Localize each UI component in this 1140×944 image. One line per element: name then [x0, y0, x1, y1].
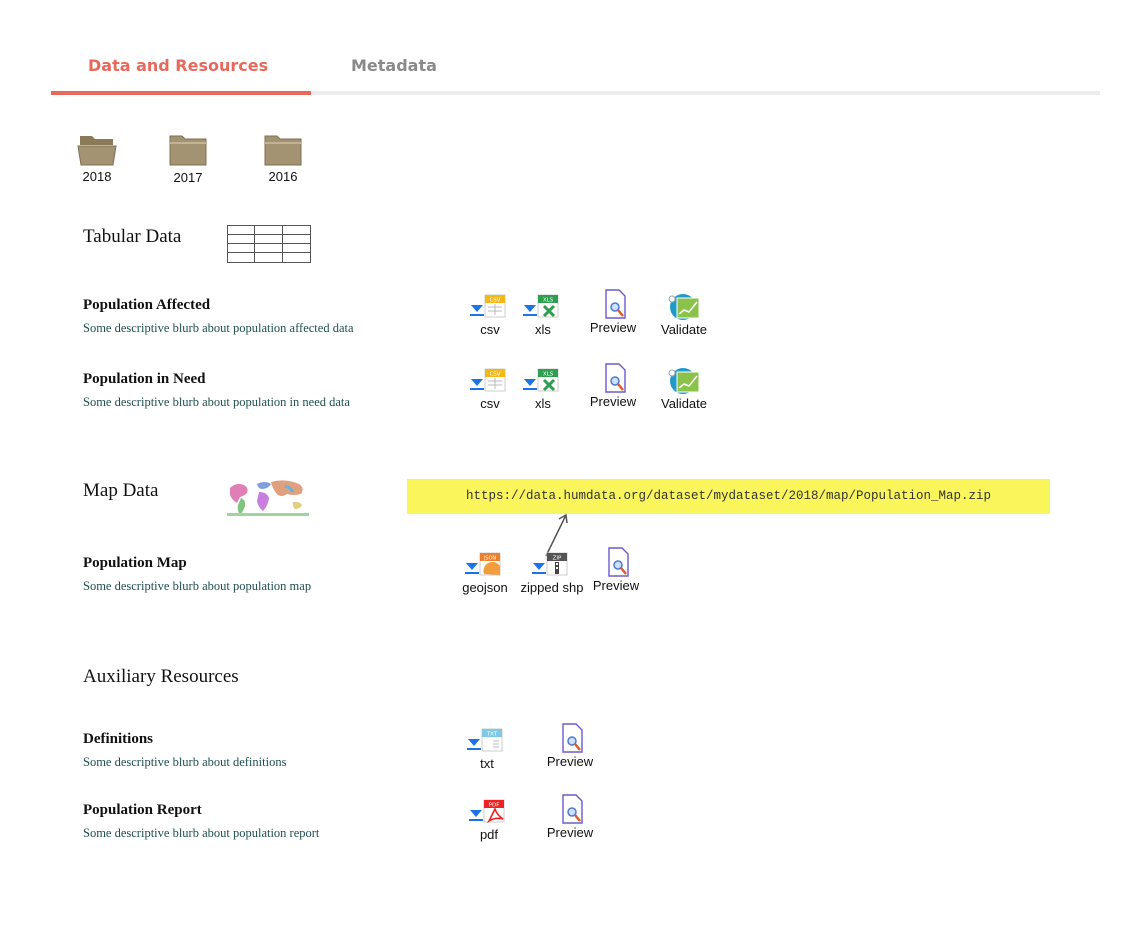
- preview-button[interactable]: Preview: [584, 547, 648, 593]
- preview-button[interactable]: Preview: [581, 289, 645, 335]
- preview-button[interactable]: Preview: [538, 794, 602, 840]
- preview-icon: [608, 547, 629, 577]
- action-label: Preview: [546, 825, 594, 840]
- preview-icon: [562, 723, 583, 753]
- file-badge: XLS: [543, 372, 554, 378]
- download-geojson[interactable]: JSON geojson: [453, 550, 517, 595]
- tab-metadata[interactable]: Metadata: [351, 56, 437, 75]
- action-label: pdf: [479, 827, 499, 842]
- table-icon: [227, 225, 311, 263]
- zip-file-icon: ZIP: [546, 552, 568, 576]
- folder-2018[interactable]: 2018: [67, 133, 127, 184]
- geojson-file-icon: JSON: [479, 552, 501, 576]
- preview-icon: [562, 794, 583, 824]
- file-badge: CSV: [489, 298, 500, 304]
- resource-title: Population Affected: [83, 297, 211, 313]
- resource-description: Some descriptive blurb about population …: [83, 826, 320, 840]
- download-arrow-icon: [469, 810, 483, 821]
- download-arrow-icon: [467, 739, 481, 750]
- resource-title: Population Report: [83, 802, 202, 818]
- resource-description: Some descriptive blurb about population …: [83, 579, 312, 593]
- preview-icon: [605, 363, 626, 393]
- txt-file-icon: TXT: [481, 728, 503, 752]
- action-label: Preview: [546, 754, 594, 769]
- download-arrow-icon: [523, 305, 537, 316]
- xls-file-icon: XLS: [537, 294, 559, 318]
- preview-icon: [605, 289, 626, 319]
- action-label: Validate: [660, 396, 707, 411]
- section-title-map: Map Data: [83, 480, 159, 501]
- folder-icon: [169, 135, 207, 166]
- resource-description: Some descriptive blurb about population …: [83, 395, 350, 409]
- validate-icon: [668, 294, 700, 320]
- folder-label: 2018: [82, 169, 112, 184]
- action-label: Preview: [589, 320, 637, 335]
- action-label: geojson: [462, 580, 508, 595]
- download-arrow-icon: [523, 379, 537, 390]
- resource-title: Population in Need: [83, 371, 206, 387]
- folder-label: 2017: [173, 170, 203, 185]
- action-label: Preview: [589, 394, 637, 409]
- download-txt[interactable]: TXT txt: [455, 726, 519, 771]
- preview-button[interactable]: Preview: [538, 723, 602, 769]
- resource-description: Some descriptive blurb about population …: [83, 321, 354, 335]
- download-arrow-icon: [532, 563, 546, 574]
- download-zipped-shp[interactable]: ZIP zipped shp: [520, 550, 584, 595]
- section-title-tabular: Tabular Data: [83, 226, 182, 247]
- action-label: xls: [535, 322, 551, 337]
- file-badge: ZIP: [553, 556, 562, 562]
- folder-2017[interactable]: 2017: [158, 133, 218, 185]
- download-xls[interactable]: XLS xls: [511, 292, 575, 337]
- resource-title: Definitions: [83, 731, 154, 747]
- validate-button[interactable]: Validate: [652, 292, 716, 337]
- resource-title: Population Map: [83, 555, 187, 571]
- action-label: Validate: [660, 322, 707, 337]
- pdf-file-icon: PDF: [483, 799, 505, 823]
- file-badge: JSON: [483, 556, 497, 562]
- preview-button[interactable]: Preview: [581, 363, 645, 409]
- folder-2016[interactable]: 2016: [253, 133, 313, 184]
- validate-button[interactable]: Validate: [652, 366, 716, 411]
- action-label: txt: [480, 756, 494, 771]
- active-tab-indicator: [51, 91, 311, 95]
- world-map-icon: [227, 480, 309, 516]
- download-arrow-icon: [465, 563, 479, 574]
- download-xls[interactable]: XLS xls: [511, 366, 575, 411]
- download-pdf[interactable]: PDF pdf: [457, 797, 521, 842]
- map-download-url[interactable]: https://data.humdata.org/dataset/mydatas…: [407, 479, 1050, 514]
- folder-icon: [264, 135, 302, 166]
- section-title-auxiliary: Auxiliary Resources: [83, 666, 239, 687]
- action-label: zipped shp: [520, 580, 584, 595]
- csv-file-icon: CSV: [484, 294, 506, 318]
- validate-icon: [668, 368, 700, 394]
- file-badge: TXT: [486, 732, 498, 738]
- folder-open-icon: [77, 136, 117, 166]
- file-badge: XLS: [543, 298, 554, 304]
- action-label: xls: [535, 396, 551, 411]
- file-badge: PDF: [489, 803, 500, 809]
- tab-data-and-resources[interactable]: Data and Resources: [88, 56, 268, 75]
- file-badge: CSV: [489, 372, 500, 378]
- folder-label: 2016: [268, 169, 298, 184]
- download-arrow-icon: [470, 379, 484, 390]
- resource-description: Some descriptive blurb about definitions: [83, 755, 287, 769]
- csv-file-icon: CSV: [484, 368, 506, 392]
- download-arrow-icon: [470, 305, 484, 316]
- action-label: Preview: [592, 578, 640, 593]
- xls-file-icon: XLS: [537, 368, 559, 392]
